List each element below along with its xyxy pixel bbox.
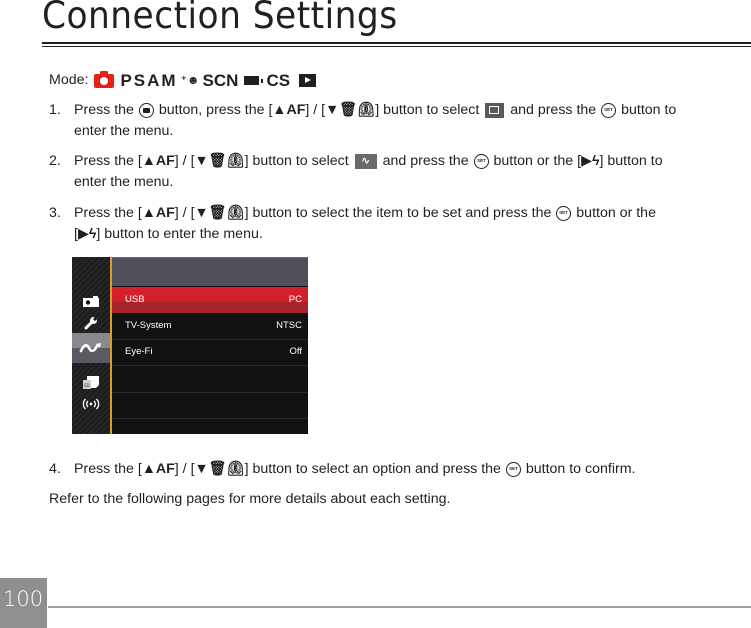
sd-card-icon[interactable]: SD <box>72 371 110 393</box>
step-text: Press the <box>74 102 134 118</box>
step-text: button, press the [ <box>158 102 273 118</box>
set-button-icon: SET <box>505 461 521 477</box>
step-text: ] / [ <box>174 153 195 169</box>
step-3: 3. Press the [▲AF] / [▼🗑⏲] button to sel… <box>49 203 749 245</box>
step-text: button or the <box>576 205 656 221</box>
step-text: and press the <box>382 153 469 169</box>
menu-row-empty <box>112 366 308 393</box>
set-button-icon: SET <box>473 153 489 169</box>
up-af-button-icon: ▲AF <box>141 205 175 221</box>
menu-row-eye-fi[interactable]: Eye-Fi Off <box>112 339 308 366</box>
step-2: 2. Press the [▲AF] / [▼🗑⏲] button to sel… <box>49 151 749 193</box>
step-text: button to <box>621 102 677 118</box>
menu-tab-icon <box>485 102 505 118</box>
step-text: ] button to enter the menu. <box>96 226 263 242</box>
mode-label: Mode: <box>49 72 89 88</box>
step-number: 3. <box>49 205 61 221</box>
psam-modes: PSAM <box>120 71 178 90</box>
connection-tab-icon: ∿ <box>354 153 377 169</box>
beauty-icon: ⁺☻ <box>180 73 200 87</box>
step-text: ] / [ <box>174 205 195 221</box>
up-af-button-icon: ▲AF <box>141 153 175 169</box>
up-af-button-icon: ▲AF <box>272 102 306 118</box>
camera-menu-screen: SD USB PC TV-System NTSC Eye-Fi Off <box>72 257 308 434</box>
scn-mode: SCN <box>202 71 239 90</box>
step-number: 1. <box>49 102 61 118</box>
menu-row-empty <box>112 392 308 419</box>
menu-header <box>112 257 308 287</box>
row-value: Off <box>289 346 303 357</box>
step-text: button to confirm. <box>525 461 636 477</box>
step-text: Press the [ <box>74 461 142 477</box>
page-number: 100 <box>3 587 44 611</box>
wrench-icon[interactable] <box>72 312 110 334</box>
down-delete-timer-button-icon: ▼🗑⏲ <box>194 205 245 221</box>
step-number: 4. <box>49 461 61 477</box>
step-number: 2. <box>49 153 61 169</box>
menu-row-tv-system[interactable]: TV-System NTSC <box>112 313 308 340</box>
movie-icon <box>244 76 264 85</box>
refer-text: Refer to the following pages for more de… <box>49 491 451 507</box>
svg-text:SD: SD <box>84 383 90 388</box>
cs-mode: CS <box>266 71 291 90</box>
row-label: TV-System <box>125 320 172 331</box>
right-flash-button-icon: ▶ϟ <box>77 226 97 242</box>
down-delete-timer-button-icon: ▼🗑⏲ <box>194 153 245 169</box>
auto-camera-icon <box>94 70 115 88</box>
set-button-icon: SET <box>601 102 617 118</box>
set-button-icon: SET <box>556 205 572 221</box>
row-label: Eye-Fi <box>125 346 153 357</box>
step-text: Press the [ <box>74 153 142 169</box>
row-value: NTSC <box>276 320 302 331</box>
step-text: ] button to select an option and press t… <box>244 461 501 477</box>
step-text: ] button to select <box>375 102 480 118</box>
step-text: enter the menu. <box>74 123 174 139</box>
row-value: PC <box>288 294 302 305</box>
right-flash-button-icon: ▶ϟ <box>581 153 600 169</box>
menu-row-usb[interactable]: USB PC <box>112 287 308 314</box>
connection-icon[interactable] <box>72 333 110 363</box>
playback-icon <box>299 74 317 87</box>
step-text: ] button to select the item to be set an… <box>244 205 552 221</box>
step-text: ] button to select <box>244 153 349 169</box>
row-label: USB <box>125 294 145 305</box>
step-1: 1. Press the button, press the [▲AF] / [… <box>49 100 749 142</box>
mode-line: Mode: PSAM ⁺☻ SCN CS <box>49 70 317 91</box>
step-text: Press the [ <box>74 205 142 221</box>
wireless-icon[interactable] <box>72 393 110 415</box>
step-text: ] / [ <box>305 102 326 118</box>
up-af-button-icon: ▲AF <box>141 461 175 477</box>
menu-button-icon <box>138 102 154 118</box>
step-text: button or the [ <box>493 153 582 169</box>
title-rule-thin <box>42 46 751 47</box>
footer-rule <box>48 606 751 608</box>
title-rule <box>42 42 751 44</box>
step-text: ] / [ <box>174 461 195 477</box>
down-delete-timer-button-icon: ▼🗑⏲ <box>194 461 245 477</box>
step-text: enter the menu. <box>74 174 174 190</box>
step-text: ] button to <box>599 153 663 169</box>
page-title: Connection Settings <box>42 0 398 37</box>
menu-sidebar: SD <box>72 257 110 434</box>
down-delete-timer-button-icon: ▼🗑⏲ <box>325 102 376 118</box>
camera-settings-icon[interactable] <box>72 290 110 312</box>
step-text: and press the <box>510 102 597 118</box>
step-4: 4. Press the [▲AF] / [▼🗑⏲] button to sel… <box>49 459 749 480</box>
